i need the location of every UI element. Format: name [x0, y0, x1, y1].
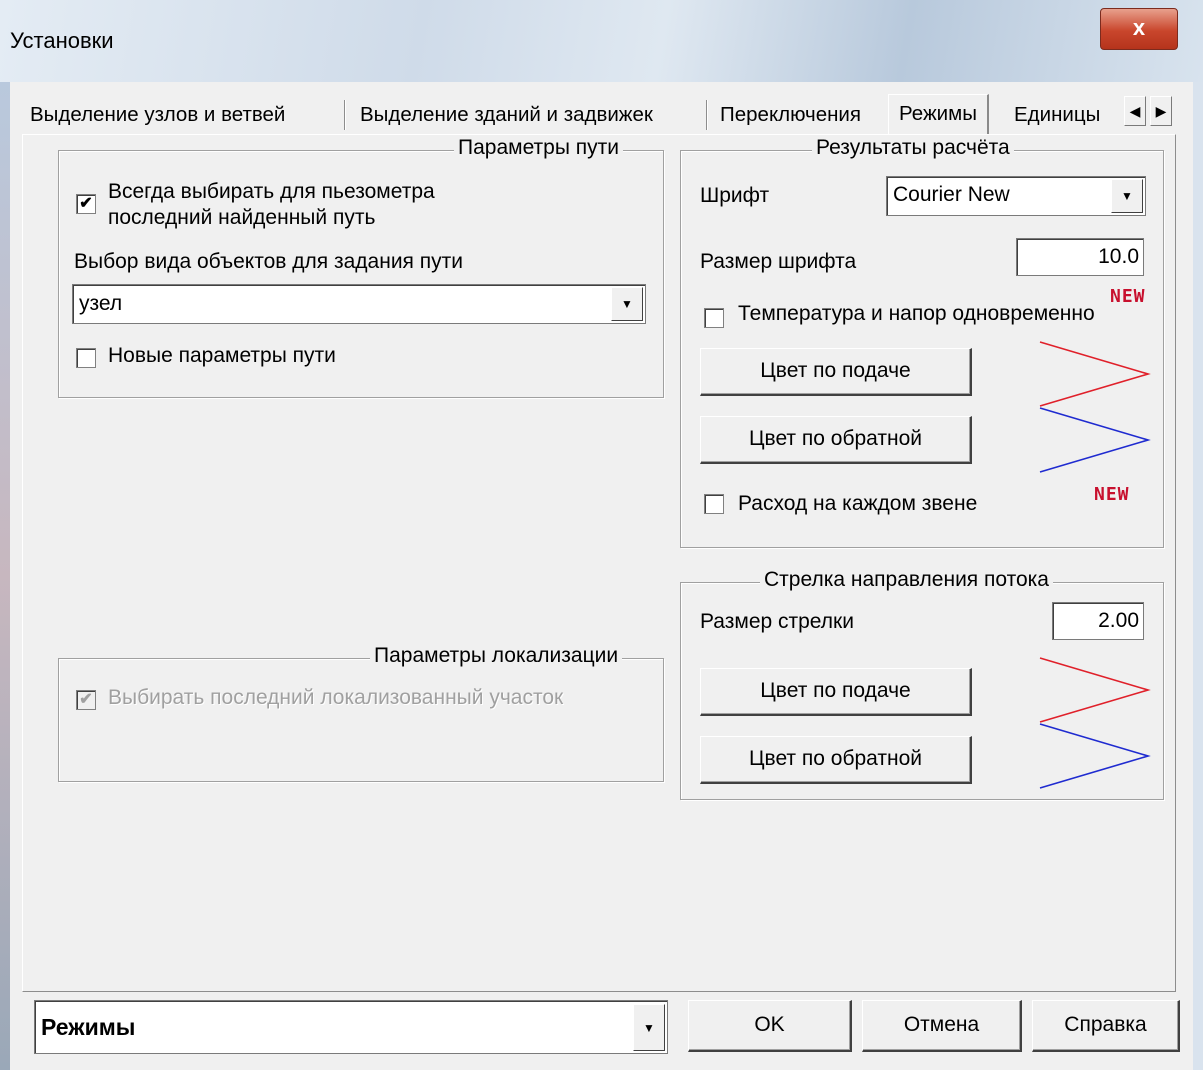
supply-color-button[interactable]: Цвет по подаче [700, 348, 972, 396]
always-choose-path-label-2: последний найденный путь [108, 206, 376, 229]
tab-switching[interactable]: Переключения [712, 98, 869, 132]
tab-separator [344, 100, 346, 130]
always-choose-path-checkbox[interactable]: ✔ [76, 194, 96, 214]
window-border-right [1193, 82, 1203, 1070]
help-button[interactable]: Справка [1032, 1000, 1180, 1052]
chevron-down-icon[interactable]: ▼ [611, 287, 643, 321]
localization-params-group [58, 658, 664, 782]
font-size-label: Размер шрифта [700, 250, 857, 273]
font-combobox[interactable]: Courier New ▼ [886, 176, 1146, 216]
object-type-combobox[interactable]: узел ▼ [72, 284, 646, 324]
flow-each-link-checkbox[interactable] [704, 494, 724, 514]
path-params-legend: Параметры пути [454, 136, 623, 160]
arrow-color-sample [1039, 657, 1151, 789]
calc-results-legend: Результаты расчёта [812, 136, 1014, 160]
return-color-line [1039, 407, 1151, 473]
flow-arrow-legend: Стрелка направления потока [760, 568, 1053, 592]
object-type-label: Выбор вида объектов для задания пути [74, 250, 463, 273]
temp-pressure-label: Температура и напор одновременно [738, 302, 1095, 325]
arrow-return-color-button[interactable]: Цвет по обратной [700, 736, 972, 784]
supply-color-line [1039, 341, 1151, 407]
settings-dialog: Установки x Выделение узлов и ветвей Выд… [0, 0, 1203, 1070]
choose-last-localized-checkbox[interactable]: ✔ [76, 690, 96, 710]
object-type-value: узел [79, 292, 123, 315]
font-size-input[interactable]: 10.0 [1016, 238, 1144, 276]
arrow-size-label: Размер стрелки [700, 610, 854, 633]
temp-pressure-checkbox[interactable] [704, 308, 724, 328]
window-border-left [0, 82, 10, 1070]
localization-params-legend: Параметры локализации [370, 644, 623, 668]
tab-nodes-branches[interactable]: Выделение узлов и ветвей [22, 98, 293, 132]
return-color-button[interactable]: Цвет по обратной [700, 416, 972, 464]
arrow-size-input[interactable]: 2.00 [1052, 602, 1144, 640]
always-choose-path-label-1: Всегда выбирать для пьезометра [108, 180, 435, 203]
chevron-down-icon[interactable]: ▼ [1111, 179, 1143, 213]
font-value: Courier New [893, 183, 1010, 206]
tab-buildings-valves[interactable]: Выделение зданий и задвижек [352, 98, 661, 132]
new-path-params-label: Новые параметры пути [108, 344, 336, 367]
arrow-return-color-line [1039, 723, 1151, 789]
new-badge: NEW [1094, 484, 1130, 505]
tab-scroll-left-icon[interactable]: ◀ [1124, 96, 1146, 126]
title-bar[interactable] [0, 0, 1203, 82]
arrow-supply-color-button[interactable]: Цвет по подаче [700, 668, 972, 716]
tab-units[interactable]: Единицы [1006, 98, 1122, 132]
tab-strip: Выделение узлов и ветвей Выделение здани… [22, 94, 1172, 135]
cancel-button[interactable]: Отмена [862, 1000, 1022, 1052]
flow-each-link-label: Расход на каждом звене [738, 492, 978, 515]
window-title: Установки [10, 28, 114, 53]
tab-separator [706, 100, 708, 130]
new-path-params-checkbox[interactable] [76, 348, 96, 368]
tab-scroll-right-icon[interactable]: ▶ [1150, 96, 1172, 126]
page-select-combobox[interactable]: Режимы ▼ [34, 1000, 668, 1054]
font-label: Шрифт [700, 184, 770, 207]
ok-button[interactable]: OK [688, 1000, 852, 1052]
close-button[interactable]: x [1100, 8, 1178, 50]
choose-last-localized-label: Выбирать последний локализованный участо… [108, 686, 564, 709]
chevron-down-icon[interactable]: ▼ [633, 1004, 665, 1051]
results-color-sample [1039, 341, 1151, 473]
arrow-supply-color-line [1039, 657, 1151, 723]
tab-modes[interactable]: Режимы [888, 94, 989, 135]
page-select-value: Режимы [41, 1014, 136, 1040]
